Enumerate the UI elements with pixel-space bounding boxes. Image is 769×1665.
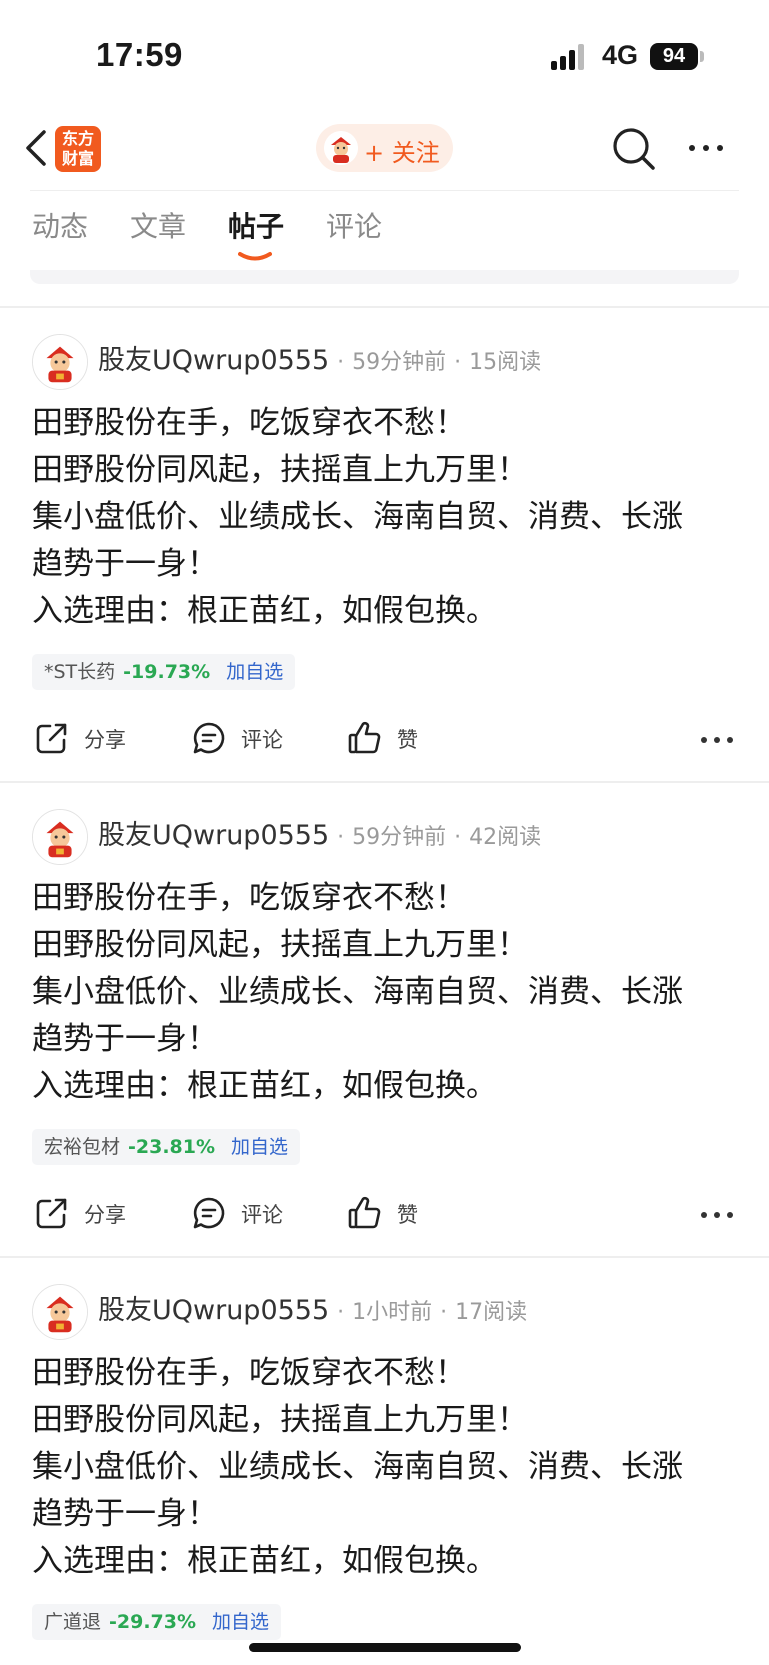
user-avatar[interactable]: [32, 1284, 88, 1340]
post-meta: 股友UQwrup0555 · 1小时前 · 17阅读: [98, 1295, 528, 1326]
status-time: 17:59: [96, 36, 183, 73]
post-line: 趋势于一身！: [32, 1496, 218, 1532]
post-line: 入选理由：根正苗红，如假包换。: [32, 1068, 497, 1104]
post-line: 入选理由：根正苗红，如假包换。: [32, 593, 497, 629]
search-icon[interactable]: [611, 126, 657, 172]
share-icon: [36, 1198, 67, 1229]
active-tab-indicator: [238, 252, 272, 261]
stock-tag[interactable]: 宏裕包材 -23.81% 加自选: [32, 1129, 301, 1165]
post-divider: [0, 1256, 769, 1258]
battery-icon: 94: [650, 43, 698, 70]
section-divider: [0, 306, 769, 308]
post-line: 田野股份同风起，扶摇直上九万里！: [32, 1402, 528, 1438]
author-name[interactable]: 股友UQwrup0555: [98, 820, 329, 851]
post-content[interactable]: 田野股份在手，吃饭穿衣不愁！ 田野股份同风起，扶摇直上九万里！ 集小盘低价、业绩…: [32, 400, 742, 635]
tab-comments[interactable]: 评论: [326, 205, 382, 245]
post-content[interactable]: 田野股份在手，吃饭穿衣不愁！ 田野股份同风起，扶摇直上九万里！ 集小盘低价、业绩…: [32, 1350, 742, 1585]
add-to-watchlist-link[interactable]: 加自选: [226, 661, 283, 683]
user-avatar[interactable]: [32, 334, 88, 390]
user-avatar[interactable]: [32, 809, 88, 865]
author-name[interactable]: 股友UQwrup0555: [98, 1295, 329, 1326]
post-read-count: 15阅读: [469, 350, 542, 375]
comment-icon: [193, 1197, 225, 1229]
nav-divider: [30, 190, 739, 191]
cellular-signal-icon: [551, 44, 589, 70]
post-read-count: 42阅读: [469, 825, 542, 850]
tab-posts[interactable]: 帖子: [228, 205, 284, 245]
post-line: 集小盘低价、业绩成长、海南自贸、消费、长涨: [32, 499, 683, 535]
post-time: 1小时前: [352, 1300, 433, 1325]
add-to-watchlist-link[interactable]: 加自选: [231, 1136, 288, 1158]
stock-tag[interactable]: *ST长药 -19.73% 加自选: [32, 654, 296, 690]
post-read-count: 17阅读: [455, 1300, 528, 1325]
nav-bar: 东方财富 + 关注: [0, 110, 769, 190]
tab-dynamics[interactable]: 动态: [32, 205, 88, 245]
stock-tag[interactable]: 广道退 -29.73% 加自选: [32, 1604, 282, 1640]
thumbs-up-icon: [348, 721, 381, 754]
post-divider: [0, 781, 769, 783]
post-line: 集小盘低价、业绩成长、海南自贸、消费、长涨: [32, 1449, 683, 1485]
battery-tip: [700, 51, 704, 62]
network-type: 4G: [602, 40, 639, 70]
back-chevron-icon[interactable]: [18, 128, 58, 168]
tab-panel-edge: [30, 270, 739, 284]
post-meta: 股友UQwrup0555 · 59分钟前 · 15阅读: [98, 345, 542, 376]
post-more-icon[interactable]: [700, 1211, 734, 1219]
add-to-watchlist-link[interactable]: 加自选: [212, 1611, 269, 1633]
post-line: 趋势于一身！: [32, 1021, 218, 1057]
share-label: 分享: [84, 1203, 126, 1227]
post-content[interactable]: 田野股份在手，吃饭穿衣不愁！ 田野股份同风起，扶摇直上九万里！ 集小盘低价、业绩…: [32, 875, 742, 1110]
comment-label: 评论: [241, 1203, 283, 1227]
stock-change: -29.73%: [109, 1611, 197, 1633]
comment-icon: [193, 722, 225, 754]
share-label: 分享: [84, 728, 126, 752]
stock-name: 广道退: [44, 1611, 102, 1633]
status-bar: 17:59 4G 94: [0, 0, 769, 110]
post-line: 入选理由：根正苗红，如假包换。: [32, 1543, 497, 1579]
share-icon: [36, 723, 67, 754]
tab-articles[interactable]: 文章: [130, 205, 186, 245]
tab-bar: 动态 文章 帖子 评论: [0, 205, 769, 265]
post-meta: 股友UQwrup0555 · 59分钟前 · 42阅读: [98, 820, 542, 851]
post-line: 田野股份在手，吃饭穿衣不愁！: [32, 1355, 466, 1391]
follow-label: + 关注: [364, 139, 440, 167]
more-options-icon[interactable]: [686, 136, 726, 160]
post-action-bar: 分享 评论 赞: [0, 1185, 769, 1241]
author-name[interactable]: 股友UQwrup0555: [98, 345, 329, 376]
post-line: 田野股份在手，吃饭穿衣不愁！: [32, 880, 466, 916]
post-line: 田野股份同风起，扶摇直上九万里！: [32, 927, 528, 963]
like-label: 赞: [397, 1203, 418, 1227]
comment-label: 评论: [241, 728, 283, 752]
stock-name: *ST长药: [44, 661, 116, 683]
post-line: 集小盘低价、业绩成长、海南自贸、消费、长涨: [32, 974, 683, 1010]
post-more-icon[interactable]: [700, 736, 734, 744]
post-time: 59分钟前: [352, 825, 447, 850]
brand-logo[interactable]: 东方财富: [55, 126, 101, 172]
post-line: 田野股份在手，吃饭穿衣不愁！: [32, 405, 466, 441]
follow-avatar-icon: [324, 131, 358, 165]
post-line: 田野股份同风起，扶摇直上九万里！: [32, 452, 528, 488]
stock-name: 宏裕包材: [44, 1136, 121, 1158]
like-label: 赞: [397, 728, 418, 752]
stock-change: -23.81%: [128, 1136, 216, 1158]
stock-change: -19.73%: [123, 661, 211, 683]
post-action-bar: 分享 评论 赞: [0, 710, 769, 766]
follow-button[interactable]: + 关注: [316, 124, 453, 172]
post-line: 趋势于一身！: [32, 546, 218, 582]
thumbs-up-icon: [348, 1196, 381, 1229]
home-indicator: [249, 1643, 521, 1652]
post-time: 59分钟前: [352, 350, 447, 375]
